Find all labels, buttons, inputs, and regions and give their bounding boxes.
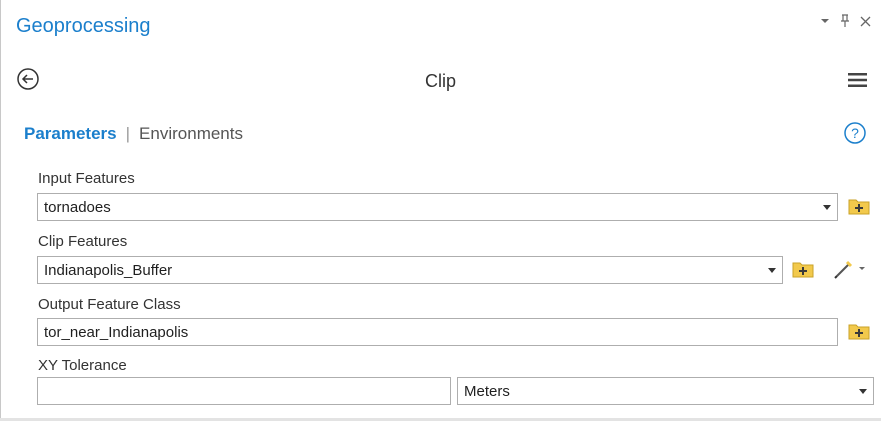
geoprocessing-pane: Geoprocessing Clip Parameters | Environm…	[0, 0, 881, 421]
pane-left-border	[0, 0, 1, 421]
chevron-down-icon[interactable]	[859, 389, 867, 394]
input-features-dropdown[interactable]: tornadoes	[37, 193, 838, 221]
pin-icon[interactable]	[840, 14, 850, 28]
tool-title: Clip	[424, 71, 456, 91]
tab-parameters[interactable]: Parameters	[24, 124, 117, 144]
tab-separator: |	[125, 124, 131, 143]
add-folder-icon[interactable]	[792, 259, 814, 279]
close-icon[interactable]	[860, 16, 871, 27]
chevron-down-icon[interactable]	[768, 268, 776, 273]
pane-title-controls	[820, 14, 871, 28]
xy-tolerance-unit-dropdown[interactable]: Meters	[457, 377, 874, 405]
input-features-label: Input Features	[38, 170, 135, 187]
tab-environments[interactable]: Environments	[139, 124, 243, 144]
help-icon[interactable]: ?	[843, 121, 867, 145]
input-features-value: tornadoes	[44, 199, 111, 216]
xy-tolerance-input[interactable]	[37, 377, 451, 405]
xy-tolerance-label: XY Tolerance	[38, 357, 127, 374]
xy-tolerance-unit-value: Meters	[464, 383, 510, 400]
clip-features-dropdown[interactable]: Indianapolis_Buffer	[37, 256, 783, 284]
pane-title: Geoprocessing	[16, 15, 151, 37]
add-folder-icon[interactable]	[848, 196, 870, 216]
svg-text:?: ?	[851, 125, 859, 141]
clip-features-value: Indianapolis_Buffer	[44, 262, 173, 279]
parameter-tabs: Parameters | Environments	[24, 124, 243, 144]
hamburger-menu-icon[interactable]	[848, 72, 867, 88]
add-folder-icon[interactable]	[848, 321, 870, 341]
clip-features-label: Clip Features	[38, 233, 128, 250]
caret-down-icon[interactable]	[820, 16, 830, 26]
output-feature-class-value: tor_near_Indianapolis	[44, 324, 189, 341]
chevron-down-icon[interactable]	[823, 205, 831, 210]
sketch-pencil-icon[interactable]	[833, 258, 869, 280]
output-feature-class-label: Output Feature Class	[38, 296, 181, 313]
output-feature-class-input[interactable]: tor_near_Indianapolis	[37, 318, 838, 346]
